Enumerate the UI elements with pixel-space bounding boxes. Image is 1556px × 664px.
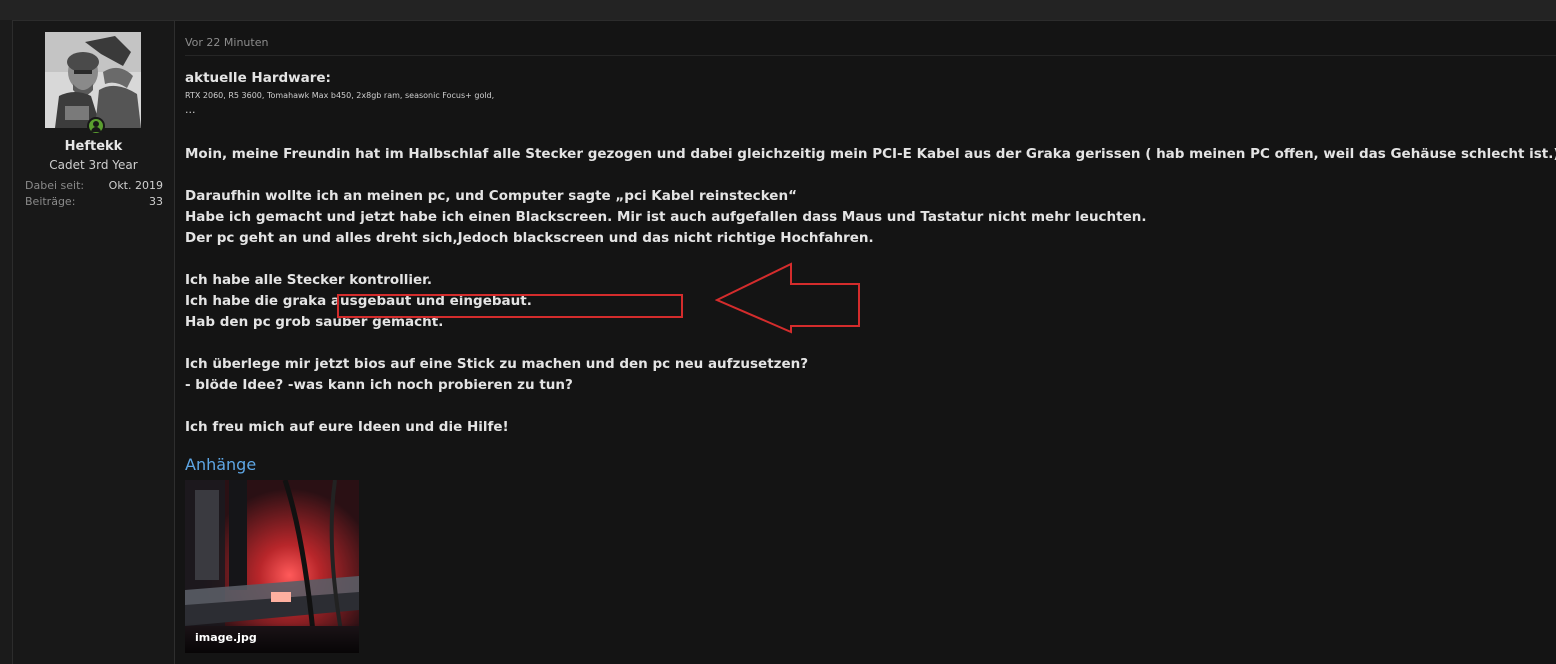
attachments-heading: Anhänge: [185, 455, 257, 474]
paragraph-closing: Ich freu mich auf eure Ideen und die Hil…: [185, 419, 509, 435]
arrow-left-icon: [715, 262, 860, 334]
avatar-photo: [45, 32, 141, 128]
ellipsis-text: ...: [185, 103, 196, 116]
post-author-panel: Heftekk Cadet 3rd Year Dabei seit: Okt. …: [13, 21, 175, 664]
username[interactable]: Heftekk: [13, 139, 174, 154]
post-body: aktuelle Hardware: RTX 2060, R5 3600, To…: [185, 68, 1556, 438]
forum-post: Heftekk Cadet 3rd Year Dabei seit: Okt. …: [12, 20, 1556, 664]
hardware-specs: RTX 2060, R5 3600, Tomahawk Max b450, 2x…: [185, 91, 495, 100]
avatar[interactable]: [45, 32, 141, 128]
top-bar: [0, 0, 1556, 20]
paragraph-line: Ich überlege mir jetzt bios auf eine Sti…: [185, 356, 809, 372]
stat-value-joined: Okt. 2019: [108, 179, 163, 192]
attachment-thumbnail[interactable]: image.jpg: [185, 480, 359, 653]
post-timestamp[interactable]: Vor 22 Minuten: [185, 36, 268, 49]
paragraph-line: - blöde Idee? -was kann ich noch probier…: [185, 377, 573, 393]
stat-label-joined: Dabei seit:: [25, 179, 85, 192]
paragraph-line: Daraufhin wollte ich an meinen pc, und C…: [185, 188, 797, 204]
user-title: Cadet 3rd Year: [49, 158, 138, 172]
paragraph-intro: Moin, meine Freundin hat im Halbschlaf a…: [185, 146, 1556, 162]
user-online-icon: [87, 117, 105, 135]
post-content: Vor 22 Minuten aktuelle Hardware: RTX 20…: [185, 21, 1556, 664]
paragraph-line: Habe ich gemacht und jetzt habe ich eine…: [185, 209, 1147, 225]
post-header: Vor 22 Minuten: [185, 21, 1556, 56]
hardware-heading: aktuelle Hardware:: [185, 70, 331, 86]
attachment-filename: image.jpg: [195, 631, 257, 644]
stat-label-posts: Beiträge:: [25, 195, 76, 208]
annotation-highlight-box: [337, 294, 683, 318]
paragraph-line: Der pc geht an und alles dreht sich,Jedo…: [185, 230, 874, 246]
stat-value-posts: 33: [149, 195, 163, 208]
